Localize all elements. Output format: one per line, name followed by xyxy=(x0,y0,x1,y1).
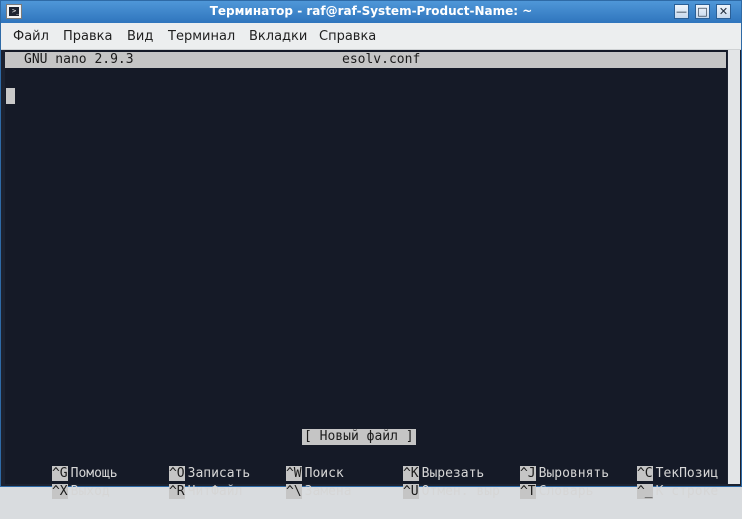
shortcut-spell[interactable]: ^T Словарь xyxy=(473,465,593,499)
shortcut-label: К строке xyxy=(655,484,719,499)
shortcut-cur-pos[interactable]: ^C ТекПозиц xyxy=(590,447,718,481)
terminator-window: >_ Терминатор - raf@raf-System-Product-N… xyxy=(0,0,742,499)
nano-filename: esolv.conf xyxy=(342,52,421,67)
nano-version: GNU nano 2.9.3 xyxy=(24,52,134,67)
shortcut-key: ^X xyxy=(51,484,68,499)
shortcut-key: ^_ xyxy=(636,484,653,499)
shortcut-go-to-line[interactable]: ^_ К строке xyxy=(590,465,718,499)
shortcut-help[interactable]: ^G Помощь xyxy=(5,447,118,481)
terminal-area[interactable]: GNU nano 2.9.3 esolv.conf [ Новый файл ]… xyxy=(5,50,727,499)
shortcut-cut[interactable]: ^K Вырезать xyxy=(356,447,484,481)
shortcut-key: ^\ xyxy=(285,484,302,499)
shortcut-replace[interactable]: ^\ Замена xyxy=(239,465,352,499)
menu-view[interactable]: Вид xyxy=(127,29,153,44)
nano-header: GNU nano 2.9.3 esolv.conf xyxy=(5,52,726,68)
shortcut-key: ^T xyxy=(519,484,536,499)
menu-tabs[interactable]: Вкладки xyxy=(249,29,307,44)
title-bar[interactable]: >_ Терминатор - raf@raf-System-Product-N… xyxy=(1,1,741,23)
minimize-button[interactable]: — xyxy=(674,4,689,19)
maximize-button[interactable]: □ xyxy=(695,4,710,19)
shortcut-key: ^U xyxy=(402,484,419,499)
shortcut-justify[interactable]: ^J Выровнять xyxy=(473,447,609,481)
nano-status-message: [ Новый файл ] xyxy=(302,429,416,445)
shortcut-label: Словарь xyxy=(538,484,594,499)
menu-bar: Файл Правка Вид Терминал Вкладки Справка xyxy=(1,23,741,50)
shortcut-read-file[interactable]: ^R ЧитФайл xyxy=(122,465,242,499)
menu-terminal[interactable]: Терминал xyxy=(168,29,235,44)
menu-edit[interactable]: Правка xyxy=(63,29,112,44)
menu-file[interactable]: Файл xyxy=(13,29,49,44)
text-cursor xyxy=(6,88,15,104)
minimize-icon: — xyxy=(676,5,687,18)
terminal-scrollbar[interactable] xyxy=(728,50,740,484)
shortcut-exit[interactable]: ^X Выход xyxy=(5,465,110,499)
close-icon: ✕ xyxy=(718,5,729,18)
shortcut-key: ^R xyxy=(168,484,185,499)
shortcut-label: ЧитФайл xyxy=(187,484,243,499)
window-title: Терминатор - raf@raf-System-Product-Name… xyxy=(209,4,533,18)
shortcut-label: Выход xyxy=(70,484,110,499)
menu-help[interactable]: Справка xyxy=(319,29,376,44)
shortcut-label: Замена xyxy=(304,484,352,499)
maximize-icon: □ xyxy=(697,5,708,18)
close-button[interactable]: ✕ xyxy=(716,4,731,19)
shortcut-write[interactable]: ^O Записать xyxy=(122,447,250,481)
shortcut-search[interactable]: ^W Поиск xyxy=(239,447,344,481)
